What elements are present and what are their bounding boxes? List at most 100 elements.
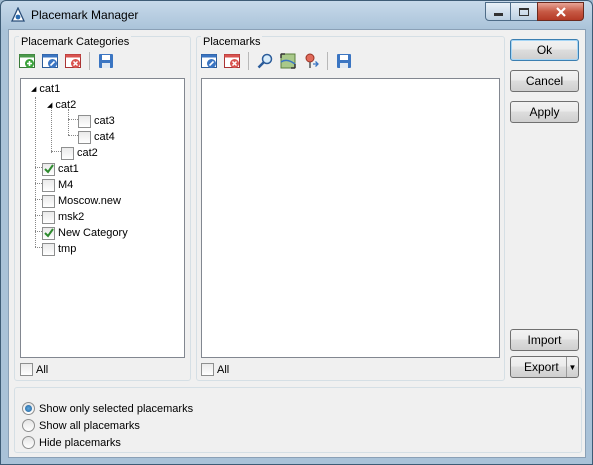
category-checkbox[interactable] [42, 210, 55, 224]
ok-button[interactable]: Ok [510, 39, 579, 61]
radio-selected-dot [25, 405, 32, 412]
edit-category-icon [42, 54, 58, 68]
show-all-label: Show all placemarks [39, 419, 140, 432]
close-button[interactable] [537, 2, 584, 21]
category-checkbox[interactable] [78, 114, 91, 128]
placemarks-list[interactable] [201, 78, 500, 358]
show-all-radio[interactable]: Show all placemarks [22, 419, 140, 432]
cancel-button[interactable]: Cancel [510, 70, 579, 92]
edit-category-button[interactable] [40, 51, 60, 71]
category-checkbox[interactable] [61, 146, 74, 160]
show-selected-label: Show only selected placemarks [39, 402, 194, 415]
toolbar-separator [89, 52, 90, 70]
placemarks-all-checkbox[interactable]: All [201, 363, 229, 376]
display-options-group: Show only selected placemarks Show all p… [14, 387, 582, 453]
tree-line [68, 119, 78, 120]
placemark-manager-window: Placemark Manager Placemark Categories ◢… [0, 0, 593, 465]
app-logo-icon [10, 6, 26, 23]
radio-button[interactable] [22, 419, 35, 432]
map-pin-icon [305, 53, 319, 68]
placemarks-group-label: Placemarks [201, 36, 263, 48]
maximize-button[interactable] [510, 2, 538, 21]
title-bar[interactable]: Placemark Manager [1, 1, 592, 29]
tree-item-label: tmp [58, 243, 77, 255]
dialog-body: Placemark Categories ◢ cat1 ◢ cat2 cat3 … [8, 29, 586, 458]
category-checkbox[interactable] [78, 130, 91, 144]
hide-radio[interactable]: Hide placemarks [22, 436, 121, 449]
collapse-arrow-icon[interactable]: ◢ [47, 101, 52, 109]
edit-placemark-button[interactable] [199, 51, 219, 71]
tree-item[interactable]: New Category [42, 225, 128, 241]
category-checkbox[interactable] [42, 162, 55, 176]
tree-line [35, 183, 42, 184]
tree-item[interactable]: Moscow.new [42, 193, 121, 209]
tree-item-label: M4 [58, 179, 74, 191]
categories-group-label: Placemark Categories [19, 36, 132, 48]
tree-line [68, 135, 78, 136]
category-checkbox[interactable] [42, 194, 55, 208]
tree-item[interactable]: ◢ cat1 [31, 81, 60, 97]
category-tree[interactable]: ◢ cat1 ◢ cat2 cat3 cat4 cat2 cat1 M4 Mos… [20, 78, 185, 358]
add-category-icon [19, 54, 35, 68]
export-button[interactable]: Export ▼ [510, 356, 579, 378]
show-selected-radio[interactable]: Show only selected placemarks [22, 402, 193, 415]
save-icon [337, 54, 351, 68]
checkmark-icon [43, 164, 54, 174]
export-label: Export [524, 360, 559, 374]
import-button[interactable]: Import [510, 329, 579, 351]
category-checkbox[interactable] [42, 178, 55, 192]
save-placemarks-button[interactable] [334, 51, 354, 71]
category-checkbox[interactable] [42, 242, 55, 256]
tree-line [35, 167, 42, 168]
tree-item[interactable]: ◢ cat2 [47, 97, 76, 113]
tree-line [35, 231, 42, 232]
tree-item[interactable]: cat1 [42, 161, 79, 177]
toolbar-separator [248, 52, 249, 70]
tree-item-label: cat1 [39, 83, 61, 95]
dropdown-arrow-icon[interactable]: ▼ [566, 357, 578, 377]
category-checkbox[interactable] [42, 226, 55, 240]
go-to-placemark-button[interactable] [301, 51, 321, 71]
window-title: Placemark Manager [31, 8, 139, 22]
delete-placemark-icon [224, 54, 240, 68]
checkmark-icon [43, 228, 54, 238]
close-icon [555, 6, 566, 17]
collapse-arrow-icon[interactable]: ◢ [31, 85, 36, 93]
tree-item-label: New Category [58, 227, 128, 239]
checkbox[interactable] [201, 363, 214, 376]
zoom-to-placemark-button[interactable] [278, 51, 298, 71]
tree-item[interactable]: msk2 [42, 209, 84, 225]
tree-line [35, 247, 42, 248]
checkbox[interactable] [20, 363, 33, 376]
tree-item[interactable]: cat2 [61, 145, 98, 161]
radio-button[interactable] [22, 436, 35, 449]
edit-placemark-icon [201, 54, 217, 68]
placemarks-group: Placemarks All [196, 36, 505, 381]
delete-category-button[interactable] [63, 51, 83, 71]
tree-item[interactable]: M4 [42, 177, 73, 193]
tree-item[interactable]: tmp [42, 241, 76, 257]
tree-line [51, 151, 61, 152]
all-label: All [217, 363, 230, 376]
categories-toolbar [17, 51, 116, 71]
find-placemark-button[interactable] [255, 51, 275, 71]
maximize-icon [519, 7, 529, 16]
save-categories-button[interactable] [96, 51, 116, 71]
minimize-icon [493, 13, 503, 16]
categories-all-checkbox[interactable]: All [20, 363, 48, 376]
tree-item[interactable]: cat3 [78, 113, 115, 129]
all-label: All [36, 363, 49, 376]
add-category-button[interactable] [17, 51, 37, 71]
delete-category-icon [65, 54, 81, 68]
tree-line [35, 97, 36, 247]
apply-button[interactable]: Apply [510, 101, 579, 123]
tree-item-label: cat2 [77, 147, 98, 159]
tree-item[interactable]: cat4 [78, 129, 115, 145]
tree-item-label: Moscow.new [58, 195, 121, 207]
tree-item-label: cat4 [94, 131, 115, 143]
hide-label: Hide placemarks [39, 436, 121, 449]
radio-button[interactable] [22, 402, 35, 415]
tree-item-label: cat1 [58, 163, 79, 175]
delete-placemark-button[interactable] [222, 51, 242, 71]
minimize-button[interactable] [485, 2, 511, 21]
